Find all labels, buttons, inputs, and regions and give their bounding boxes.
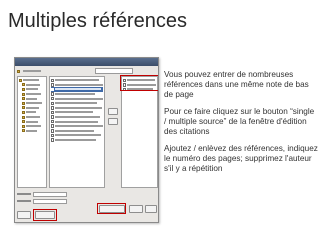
dialog-toolbar [17,68,158,74]
selected-references-highlight [120,75,158,91]
tree-item-label [26,120,38,123]
document-icon [51,129,54,133]
tree-item-label [26,125,41,128]
folder-icon [22,120,25,124]
list-item-text [55,129,94,132]
document-icon [51,78,54,83]
tree-item-label [26,129,37,132]
paragraph-1: Vous pouvez entrer de nombreuses référen… [164,70,309,99]
tree-item-label [26,111,36,114]
toolbar-text [23,70,41,72]
help-button [17,211,31,219]
dialog-titlebar [15,58,158,66]
tree-item-label [26,83,40,86]
field-label [17,200,31,202]
cancel-button [129,205,143,213]
paragraph-2: Pour ce faire cliquez sur le bouton “sin… [164,107,315,136]
search-input [95,68,133,74]
prefix-field-row [17,191,158,197]
ok-button [145,205,157,213]
folder-icon [22,83,25,87]
list-item-text [55,93,95,96]
list-item-text [55,111,93,114]
tree-item-label [26,97,37,100]
tree-item-label [26,116,40,119]
document-icon [51,119,54,124]
tree-item-label [26,102,42,105]
document-icon [51,83,54,87]
tree-item-label [26,88,38,91]
list-item-text [55,102,97,105]
tree-item-label [26,106,39,109]
paragraph-3: Ajoutez / enlèvez des références, indiqu… [164,144,318,173]
bullet-text: Vous pouvez entrer de nombreuses référen… [164,70,318,181]
tree-item-label [26,93,41,96]
folder-icon [22,97,25,101]
list-item-text [55,125,103,128]
document-icon [51,106,54,110]
tree-item-label [23,79,39,82]
document-icon [51,87,54,92]
selected-references-list [121,76,158,188]
add-remove-buttons [107,108,119,138]
suffix-field-row [17,198,158,204]
folder-icon [22,124,25,128]
document-icon [51,92,54,96]
single-multiple-source-highlight [33,209,57,221]
list-item-text [55,88,101,91]
document-icon [51,124,54,128]
field-label [17,193,31,195]
folder-icon [22,110,25,114]
folder-icon [22,101,25,105]
folder-icon [22,115,25,119]
list-item [51,138,103,143]
show-editor-highlight [97,203,126,214]
list-item-text [55,120,98,123]
citation-fields [17,191,158,205]
document-icon [51,110,54,115]
list-item-text [55,116,100,119]
folder-icon [22,129,25,133]
field-input [33,198,67,204]
tree-item [19,129,45,134]
document-icon [51,96,54,101]
folder-icon [22,87,25,91]
list-item-text [55,106,102,109]
list-item-text [55,79,99,82]
folder-icon [22,106,25,110]
remove-reference-button [108,118,118,125]
field-input [33,191,67,197]
document-icon [51,133,54,138]
library-icon [17,69,20,73]
folder-icon [19,78,22,82]
list-item-text [55,134,101,137]
list-item-text [55,139,96,142]
references-list [49,76,105,188]
slide-title: Multiples références [8,10,187,32]
list-item-text [55,83,103,86]
document-icon [51,115,54,119]
add-reference-button [108,108,118,115]
document-icon [51,101,54,106]
collections-tree [17,76,47,188]
citation-dialog-screenshot [14,57,159,223]
list-item-text [54,97,103,100]
folder-icon [22,92,25,96]
document-icon [51,138,54,142]
